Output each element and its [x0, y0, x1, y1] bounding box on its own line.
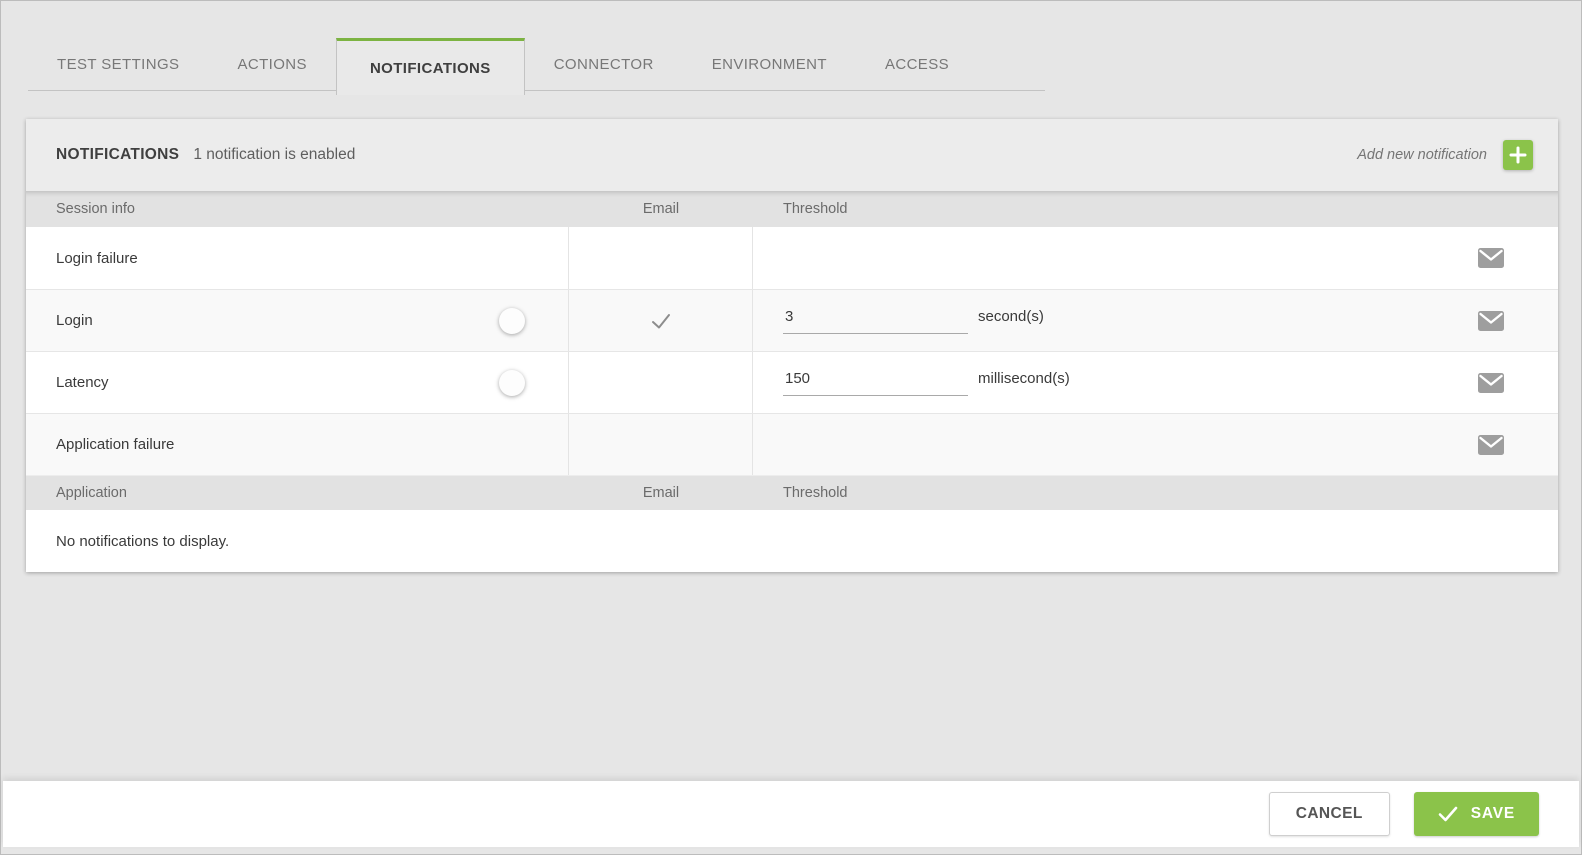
- enabled-count-text: 1 notification is enabled: [193, 146, 355, 164]
- toggle-switch[interactable]: [502, 311, 540, 331]
- save-button-label: SAVE: [1471, 805, 1515, 823]
- mail-icon: [1478, 311, 1504, 331]
- notifications-panel: NOTIFICATIONS 1 notification is enabled …: [26, 119, 1558, 572]
- email-settings-button[interactable]: [1478, 311, 1504, 331]
- email-settings-button[interactable]: [1478, 373, 1504, 393]
- threshold-unit: millisecond(s): [978, 370, 1070, 387]
- mail-icon: [1478, 435, 1504, 455]
- column-header-threshold: Threshold: [753, 201, 1558, 217]
- column-header-email: Email: [569, 201, 753, 217]
- tab-connector[interactable]: CONNECTOR: [525, 38, 683, 91]
- row-label: Login: [56, 312, 93, 329]
- application-table-empty-message: No notifications to display.: [26, 510, 1558, 572]
- row-label: Latency: [56, 374, 109, 391]
- column-header-email: Email: [569, 485, 753, 501]
- mail-icon: [1478, 373, 1504, 393]
- tab-environment[interactable]: ENVIRONMENT: [683, 38, 856, 91]
- toggle-switch[interactable]: [502, 373, 540, 393]
- application-table-header: Application Email Threshold: [26, 475, 1558, 510]
- check-icon: [1438, 806, 1458, 822]
- tab-notifications[interactable]: NOTIFICATIONS: [336, 38, 525, 95]
- row-label: Login failure: [56, 250, 138, 267]
- settings-tabbar: TEST SETTINGS ACTIONS NOTIFICATIONS CONN…: [28, 38, 1045, 91]
- tab-actions[interactable]: ACTIONS: [208, 38, 335, 91]
- threshold-unit: second(s): [978, 308, 1044, 325]
- threshold-group: second(s): [783, 308, 1044, 334]
- toggle-knob: [499, 308, 525, 334]
- panel-header: NOTIFICATIONS 1 notification is enabled …: [26, 119, 1558, 191]
- mail-icon: [1478, 248, 1504, 268]
- toggle-knob: [499, 370, 525, 396]
- save-button[interactable]: SAVE: [1414, 792, 1539, 836]
- table-row: Login second(s): [26, 289, 1558, 351]
- column-header-threshold: Threshold: [753, 485, 1558, 501]
- tab-access[interactable]: ACCESS: [856, 38, 978, 91]
- threshold-group: millisecond(s): [783, 370, 1070, 396]
- threshold-input[interactable]: [783, 370, 968, 396]
- session-table-header: Session info Email Threshold: [26, 191, 1558, 227]
- column-header-application: Application: [26, 485, 569, 501]
- email-check-icon: [650, 312, 672, 330]
- email-settings-button[interactable]: [1478, 248, 1504, 268]
- threshold-input[interactable]: [783, 308, 968, 334]
- add-notification-button[interactable]: [1503, 140, 1533, 170]
- table-row: Application failure: [26, 413, 1558, 475]
- row-label: Application failure: [56, 436, 174, 453]
- table-row: Latency millisecond(s): [26, 351, 1558, 413]
- column-header-session-info: Session info: [26, 201, 569, 217]
- table-row: Login failure: [26, 227, 1558, 289]
- plus-icon: [1509, 146, 1527, 164]
- cancel-button[interactable]: CANCEL: [1269, 792, 1390, 836]
- session-table-body: Login failure Login: [26, 227, 1558, 475]
- add-new-notification-label: Add new notification: [1357, 147, 1487, 163]
- action-footer: CANCEL SAVE: [3, 781, 1579, 847]
- panel-title: NOTIFICATIONS: [56, 146, 179, 164]
- email-settings-button[interactable]: [1478, 435, 1504, 455]
- tab-test-settings[interactable]: TEST SETTINGS: [28, 38, 208, 91]
